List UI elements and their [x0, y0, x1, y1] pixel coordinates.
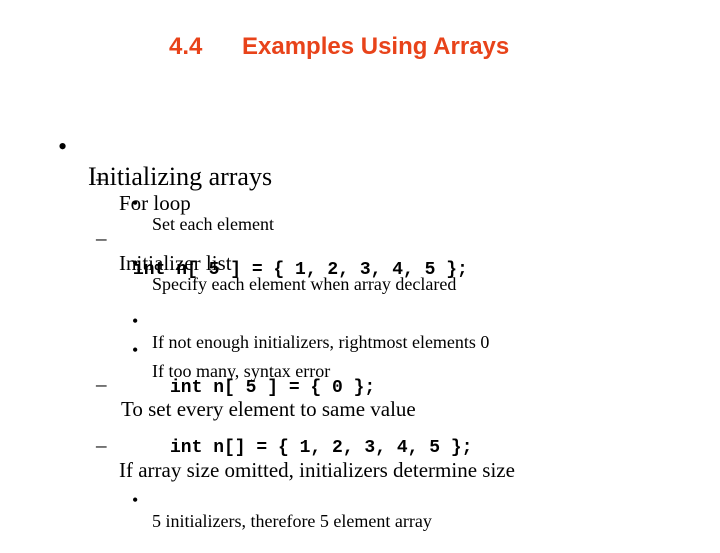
bullet-icon: • — [58, 132, 68, 161]
slide: 4.4 Examples Using Arrays • Initializing… — [0, 0, 720, 540]
code-example-1: int n[ 5 ] = { 1, 2, 3, 4, 5 }; — [133, 260, 468, 280]
item-too-many: • If too many, syntax error — [132, 319, 330, 403]
subbullet-size-omitted: – If array size omitted, initializers de… — [96, 408, 515, 508]
slide-title: 4.4 Examples Using Arrays — [0, 33, 720, 69]
dash-icon: – — [96, 166, 107, 190]
bullet-text: For loop — [119, 191, 191, 215]
dash-icon: – — [96, 226, 107, 250]
bullet-icon: • — [132, 193, 139, 213]
bullet-text: If not enough initializers, rightmost el… — [152, 332, 490, 352]
subbullet-initializer-list: – Initializer list — [96, 201, 232, 301]
bullet-icon: • — [132, 340, 139, 360]
code-example-2: int n[ 5 ] = { 0 }; — [170, 378, 376, 398]
bullet-text: To set every element to same value — [121, 397, 416, 421]
bullet-initializing-arrays: • Initializing arrays — [58, 102, 272, 222]
code-example-3: int n[] = { 1, 2, 3, 4, 5 }; — [170, 438, 473, 458]
bullet-text: 5 initializers, therefore 5 element arra… — [152, 511, 432, 531]
section-number: 4.4 — [169, 33, 203, 60]
bullet-text: If array size omitted, initializers dete… — [119, 458, 515, 482]
dash-icon: – — [96, 433, 107, 457]
bullet-text: Set each element — [152, 214, 274, 234]
dash-icon: – — [96, 372, 107, 396]
bullet-icon: • — [132, 490, 139, 510]
item-five-initializers: • 5 initializers, therefore 5 element ar… — [132, 469, 432, 553]
title-text: Examples Using Arrays — [242, 33, 510, 60]
